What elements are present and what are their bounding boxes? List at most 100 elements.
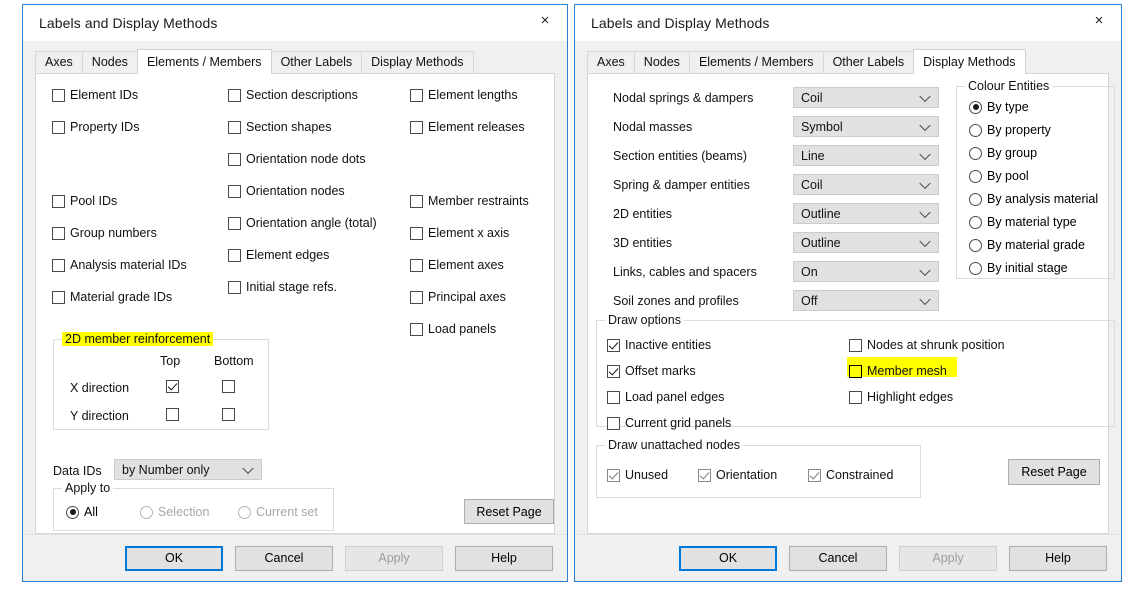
ok-button[interactable]: OK	[125, 546, 223, 571]
checkbox-highlight-edges[interactable]: Highlight edges	[849, 388, 953, 406]
checkbox-box[interactable]	[410, 89, 423, 102]
radio-apply-to-current-set[interactable]: Current set	[238, 502, 318, 522]
checkbox-offset-marks[interactable]: Offset marks	[607, 362, 696, 380]
apply-button[interactable]: Apply	[899, 546, 997, 571]
radio-by-analysis-material[interactable]: By analysis material	[969, 189, 1098, 209]
checkbox-box[interactable]	[228, 185, 241, 198]
checkbox-element-edges[interactable]: Element edges	[228, 246, 413, 264]
checkbox-property-ids[interactable]: Property IDs	[52, 118, 227, 136]
checkbox-box[interactable]	[410, 291, 423, 304]
checkbox-box[interactable]	[228, 121, 241, 134]
checkbox-principal-axes[interactable]: Principal axes	[410, 288, 570, 306]
radio-button[interactable]	[969, 239, 982, 252]
checkbox-box[interactable]	[228, 249, 241, 262]
checkbox-box[interactable]	[52, 291, 65, 304]
select-3d-entities[interactable]: Outline	[793, 232, 939, 253]
checkbox-box[interactable]	[52, 259, 65, 272]
checkbox-box[interactable]	[849, 391, 862, 404]
select-soil-zones-profiles[interactable]: Off	[793, 290, 939, 311]
checkbox-y-direction-bottom[interactable]	[222, 408, 235, 421]
reset-page-button[interactable]: Reset Page	[464, 499, 554, 524]
tab-nodes[interactable]: Nodes	[82, 51, 138, 73]
radio-apply-to-all[interactable]: All	[66, 502, 98, 522]
checkbox-unused[interactable]: Unused	[607, 466, 668, 484]
tab-axes[interactable]: Axes	[35, 51, 83, 73]
cancel-button[interactable]: Cancel	[235, 546, 333, 571]
checkbox-load-panel-edges[interactable]: Load panel edges	[607, 388, 724, 406]
checkbox-box[interactable]	[410, 323, 423, 336]
checkbox-element-ids[interactable]: Element IDs	[52, 86, 227, 104]
radio-button[interactable]	[140, 506, 153, 519]
select-nodal-masses[interactable]: Symbol	[793, 116, 939, 137]
checkbox-orientation[interactable]: Orientation	[698, 466, 777, 484]
radio-button[interactable]	[969, 193, 982, 206]
select-section-entities-beams[interactable]: Line	[793, 145, 939, 166]
checkbox-material-grade-ids[interactable]: Material grade IDs	[52, 288, 227, 306]
ok-button[interactable]: OK	[679, 546, 777, 571]
checkbox-box[interactable]	[52, 121, 65, 134]
checkbox-box[interactable]	[607, 391, 620, 404]
checkbox-box[interactable]	[808, 469, 821, 482]
checkbox-box[interactable]	[228, 281, 241, 294]
radio-button[interactable]	[238, 506, 251, 519]
cancel-button[interactable]: Cancel	[789, 546, 887, 571]
checkbox-initial-stage-refs[interactable]: Initial stage refs.	[228, 278, 413, 296]
checkbox-box[interactable]	[52, 89, 65, 102]
checkbox-element-axes[interactable]: Element axes	[410, 256, 570, 274]
radio-by-initial-stage[interactable]: By initial stage	[969, 258, 1068, 278]
checkbox-box[interactable]	[607, 365, 620, 378]
checkbox-box[interactable]	[228, 89, 241, 102]
checkbox-member-restraints[interactable]: Member restraints	[410, 192, 570, 210]
radio-button[interactable]	[969, 262, 982, 275]
radio-apply-to-selection[interactable]: Selection	[140, 502, 209, 522]
tab-axes[interactable]: Axes	[587, 51, 635, 73]
radio-button[interactable]	[66, 506, 79, 519]
help-button[interactable]: Help	[1009, 546, 1107, 571]
tab-other-labels[interactable]: Other Labels	[823, 51, 915, 73]
help-button[interactable]: Help	[455, 546, 553, 571]
radio-by-pool[interactable]: By pool	[969, 166, 1029, 186]
close-icon[interactable]: ×	[1077, 5, 1121, 35]
checkbox-box[interactable]	[52, 227, 65, 240]
checkbox-analysis-material-ids[interactable]: Analysis material IDs	[52, 256, 227, 274]
checkbox-box[interactable]	[849, 365, 862, 378]
checkbox-box[interactable]	[607, 339, 620, 352]
radio-button[interactable]	[969, 216, 982, 229]
checkbox-x-direction-top[interactable]	[166, 380, 179, 393]
checkbox-element-x-axis[interactable]: Element x axis	[410, 224, 570, 242]
apply-button[interactable]: Apply	[345, 546, 443, 571]
checkbox-box[interactable]	[607, 417, 620, 430]
tab-other-labels[interactable]: Other Labels	[271, 51, 363, 73]
tab-elements-members[interactable]: Elements / Members	[689, 51, 824, 73]
checkbox-constrained[interactable]: Constrained	[808, 466, 893, 484]
checkbox-nodes-at-shrunk-position[interactable]: Nodes at shrunk position	[849, 336, 1005, 354]
checkbox-member-mesh[interactable]: Member mesh	[849, 362, 947, 380]
radio-button[interactable]	[969, 101, 982, 114]
checkbox-load-panels[interactable]: Load panels	[410, 320, 570, 338]
select-spring-damper-entities[interactable]: Coil	[793, 174, 939, 195]
data-ids-select[interactable]: by Number only	[114, 459, 262, 480]
checkbox-current-grid-panels[interactable]: Current grid panels	[607, 414, 731, 432]
tab-elements-members[interactable]: Elements / Members	[137, 49, 272, 74]
checkbox-section-descriptions[interactable]: Section descriptions	[228, 86, 413, 104]
checkbox-inactive-entities[interactable]: Inactive entities	[607, 336, 711, 354]
select-links-cables-spacers[interactable]: On	[793, 261, 939, 282]
checkbox-orientation-angle-total[interactable]: Orientation angle (total)	[228, 214, 413, 232]
checkbox-box[interactable]	[849, 339, 862, 352]
checkbox-pool-ids[interactable]: Pool IDs	[52, 192, 227, 210]
reset-page-button[interactable]: Reset Page	[1008, 459, 1100, 485]
checkbox-box[interactable]	[607, 469, 620, 482]
checkbox-box[interactable]	[52, 195, 65, 208]
checkbox-box[interactable]	[410, 121, 423, 134]
radio-button[interactable]	[969, 170, 982, 183]
tab-nodes[interactable]: Nodes	[634, 51, 690, 73]
checkbox-box[interactable]	[410, 195, 423, 208]
select-nodal-springs-dampers[interactable]: Coil	[793, 87, 939, 108]
tab-display-methods[interactable]: Display Methods	[361, 51, 473, 73]
radio-by-property[interactable]: By property	[969, 120, 1051, 140]
checkbox-box[interactable]	[228, 153, 241, 166]
radio-by-material-grade[interactable]: By material grade	[969, 235, 1085, 255]
checkbox-section-shapes[interactable]: Section shapes	[228, 118, 413, 136]
close-icon[interactable]: ×	[523, 5, 567, 35]
radio-button[interactable]	[969, 124, 982, 137]
